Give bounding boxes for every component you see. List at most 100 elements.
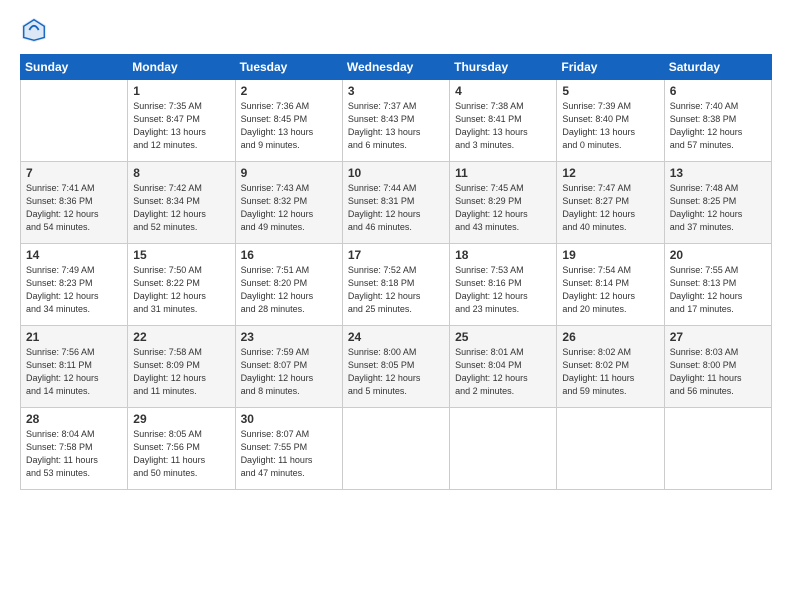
weekday-header-thursday: Thursday bbox=[450, 55, 557, 80]
day-number: 7 bbox=[26, 166, 122, 180]
day-info: Sunrise: 8:04 AMSunset: 7:58 PMDaylight:… bbox=[26, 428, 122, 480]
day-number: 20 bbox=[670, 248, 766, 262]
week-row-1: 1 Sunrise: 7:35 AMSunset: 8:47 PMDaylight… bbox=[21, 80, 772, 162]
day-cell: 18 Sunrise: 7:53 AMSunset: 8:16 PMDayligh… bbox=[450, 244, 557, 326]
day-cell: 22 Sunrise: 7:58 AMSunset: 8:09 PMDayligh… bbox=[128, 326, 235, 408]
day-number: 24 bbox=[348, 330, 444, 344]
weekday-header-friday: Friday bbox=[557, 55, 664, 80]
day-number: 5 bbox=[562, 84, 658, 98]
day-cell: 24 Sunrise: 8:00 AMSunset: 8:05 PMDayligh… bbox=[342, 326, 449, 408]
day-info: Sunrise: 7:58 AMSunset: 8:09 PMDaylight:… bbox=[133, 346, 229, 398]
weekday-header-saturday: Saturday bbox=[664, 55, 771, 80]
day-number: 28 bbox=[26, 412, 122, 426]
day-cell: 15 Sunrise: 7:50 AMSunset: 8:22 PMDayligh… bbox=[128, 244, 235, 326]
day-info: Sunrise: 7:40 AMSunset: 8:38 PMDaylight:… bbox=[670, 100, 766, 152]
day-cell: 11 Sunrise: 7:45 AMSunset: 8:29 PMDayligh… bbox=[450, 162, 557, 244]
day-info: Sunrise: 8:07 AMSunset: 7:55 PMDaylight:… bbox=[241, 428, 337, 480]
day-info: Sunrise: 7:41 AMSunset: 8:36 PMDaylight:… bbox=[26, 182, 122, 234]
day-cell: 28 Sunrise: 8:04 AMSunset: 7:58 PMDayligh… bbox=[21, 408, 128, 490]
day-number: 22 bbox=[133, 330, 229, 344]
weekday-header-row: SundayMondayTuesdayWednesdayThursdayFrid… bbox=[21, 55, 772, 80]
day-info: Sunrise: 7:42 AMSunset: 8:34 PMDaylight:… bbox=[133, 182, 229, 234]
day-cell bbox=[664, 408, 771, 490]
day-info: Sunrise: 7:54 AMSunset: 8:14 PMDaylight:… bbox=[562, 264, 658, 316]
day-info: Sunrise: 7:59 AMSunset: 8:07 PMDaylight:… bbox=[241, 346, 337, 398]
day-info: Sunrise: 8:01 AMSunset: 8:04 PMDaylight:… bbox=[455, 346, 551, 398]
logo bbox=[20, 16, 52, 44]
day-cell: 26 Sunrise: 8:02 AMSunset: 8:02 PMDayligh… bbox=[557, 326, 664, 408]
weekday-header-sunday: Sunday bbox=[21, 55, 128, 80]
day-info: Sunrise: 7:51 AMSunset: 8:20 PMDaylight:… bbox=[241, 264, 337, 316]
day-number: 10 bbox=[348, 166, 444, 180]
day-number: 16 bbox=[241, 248, 337, 262]
day-number: 26 bbox=[562, 330, 658, 344]
day-number: 2 bbox=[241, 84, 337, 98]
day-number: 8 bbox=[133, 166, 229, 180]
day-number: 17 bbox=[348, 248, 444, 262]
day-info: Sunrise: 7:48 AMSunset: 8:25 PMDaylight:… bbox=[670, 182, 766, 234]
day-cell: 14 Sunrise: 7:49 AMSunset: 8:23 PMDayligh… bbox=[21, 244, 128, 326]
day-number: 13 bbox=[670, 166, 766, 180]
day-info: Sunrise: 7:52 AMSunset: 8:18 PMDaylight:… bbox=[348, 264, 444, 316]
day-number: 1 bbox=[133, 84, 229, 98]
day-number: 9 bbox=[241, 166, 337, 180]
day-info: Sunrise: 7:36 AMSunset: 8:45 PMDaylight:… bbox=[241, 100, 337, 152]
week-row-2: 7 Sunrise: 7:41 AMSunset: 8:36 PMDaylight… bbox=[21, 162, 772, 244]
day-info: Sunrise: 7:53 AMSunset: 8:16 PMDaylight:… bbox=[455, 264, 551, 316]
day-cell: 30 Sunrise: 8:07 AMSunset: 7:55 PMDayligh… bbox=[235, 408, 342, 490]
day-cell: 9 Sunrise: 7:43 AMSunset: 8:32 PMDaylight… bbox=[235, 162, 342, 244]
day-cell: 6 Sunrise: 7:40 AMSunset: 8:38 PMDaylight… bbox=[664, 80, 771, 162]
weekday-header-monday: Monday bbox=[128, 55, 235, 80]
day-number: 12 bbox=[562, 166, 658, 180]
day-info: Sunrise: 7:37 AMSunset: 8:43 PMDaylight:… bbox=[348, 100, 444, 152]
day-number: 3 bbox=[348, 84, 444, 98]
day-number: 25 bbox=[455, 330, 551, 344]
weekday-header-tuesday: Tuesday bbox=[235, 55, 342, 80]
day-cell: 20Sunrise: 7:55 AMSunset: 8:13 PMDayligh… bbox=[664, 244, 771, 326]
day-cell: 5 Sunrise: 7:39 AMSunset: 8:40 PMDaylight… bbox=[557, 80, 664, 162]
day-info: Sunrise: 7:44 AMSunset: 8:31 PMDaylight:… bbox=[348, 182, 444, 234]
day-cell: 19Sunrise: 7:54 AMSunset: 8:14 PMDayligh… bbox=[557, 244, 664, 326]
day-info: Sunrise: 7:50 AMSunset: 8:22 PMDaylight:… bbox=[133, 264, 229, 316]
logo-icon bbox=[20, 16, 48, 44]
day-number: 14 bbox=[26, 248, 122, 262]
day-info: Sunrise: 8:02 AMSunset: 8:02 PMDaylight:… bbox=[562, 346, 658, 398]
day-number: 18 bbox=[455, 248, 551, 262]
day-cell: 7 Sunrise: 7:41 AMSunset: 8:36 PMDaylight… bbox=[21, 162, 128, 244]
day-number: 6 bbox=[670, 84, 766, 98]
day-number: 11 bbox=[455, 166, 551, 180]
week-row-3: 14 Sunrise: 7:49 AMSunset: 8:23 PMDayligh… bbox=[21, 244, 772, 326]
weekday-header-wednesday: Wednesday bbox=[342, 55, 449, 80]
day-cell: 13 Sunrise: 7:48 AMSunset: 8:25 PMDayligh… bbox=[664, 162, 771, 244]
day-info: Sunrise: 7:49 AMSunset: 8:23 PMDaylight:… bbox=[26, 264, 122, 316]
day-cell: 25 Sunrise: 8:01 AMSunset: 8:04 PMDayligh… bbox=[450, 326, 557, 408]
day-number: 23 bbox=[241, 330, 337, 344]
day-cell: 3 Sunrise: 7:37 AMSunset: 8:43 PMDaylight… bbox=[342, 80, 449, 162]
day-cell: 23 Sunrise: 7:59 AMSunset: 8:07 PMDayligh… bbox=[235, 326, 342, 408]
day-number: 21 bbox=[26, 330, 122, 344]
day-info: Sunrise: 7:47 AMSunset: 8:27 PMDaylight:… bbox=[562, 182, 658, 234]
week-row-5: 28 Sunrise: 8:04 AMSunset: 7:58 PMDayligh… bbox=[21, 408, 772, 490]
day-cell: 2 Sunrise: 7:36 AMSunset: 8:45 PMDaylight… bbox=[235, 80, 342, 162]
day-info: Sunrise: 8:00 AMSunset: 8:05 PMDaylight:… bbox=[348, 346, 444, 398]
day-cell: 12 Sunrise: 7:47 AMSunset: 8:27 PMDayligh… bbox=[557, 162, 664, 244]
day-info: Sunrise: 8:05 AMSunset: 7:56 PMDaylight:… bbox=[133, 428, 229, 480]
day-cell: 4Sunrise: 7:38 AMSunset: 8:41 PMDaylight… bbox=[450, 80, 557, 162]
day-cell: 8 Sunrise: 7:42 AMSunset: 8:34 PMDaylight… bbox=[128, 162, 235, 244]
day-number: 30 bbox=[241, 412, 337, 426]
day-info: Sunrise: 7:35 AMSunset: 8:47 PMDaylight:… bbox=[133, 100, 229, 152]
day-cell: 1 Sunrise: 7:35 AMSunset: 8:47 PMDaylight… bbox=[128, 80, 235, 162]
day-cell: 16 Sunrise: 7:51 AMSunset: 8:20 PMDayligh… bbox=[235, 244, 342, 326]
day-cell: 10 Sunrise: 7:44 AMSunset: 8:31 PMDayligh… bbox=[342, 162, 449, 244]
day-info: Sunrise: 8:03 AMSunset: 8:00 PMDaylight:… bbox=[670, 346, 766, 398]
day-number: 4 bbox=[455, 84, 551, 98]
day-cell bbox=[21, 80, 128, 162]
day-cell: 21Sunrise: 7:56 AMSunset: 8:11 PMDayligh… bbox=[21, 326, 128, 408]
day-info: Sunrise: 7:45 AMSunset: 8:29 PMDaylight:… bbox=[455, 182, 551, 234]
day-cell: 29Sunrise: 8:05 AMSunset: 7:56 PMDayligh… bbox=[128, 408, 235, 490]
day-info: Sunrise: 7:39 AMSunset: 8:40 PMDaylight:… bbox=[562, 100, 658, 152]
day-info: Sunrise: 7:43 AMSunset: 8:32 PMDaylight:… bbox=[241, 182, 337, 234]
week-row-4: 21Sunrise: 7:56 AMSunset: 8:11 PMDayligh… bbox=[21, 326, 772, 408]
page: SundayMondayTuesdayWednesdayThursdayFrid… bbox=[0, 0, 792, 502]
day-number: 15 bbox=[133, 248, 229, 262]
